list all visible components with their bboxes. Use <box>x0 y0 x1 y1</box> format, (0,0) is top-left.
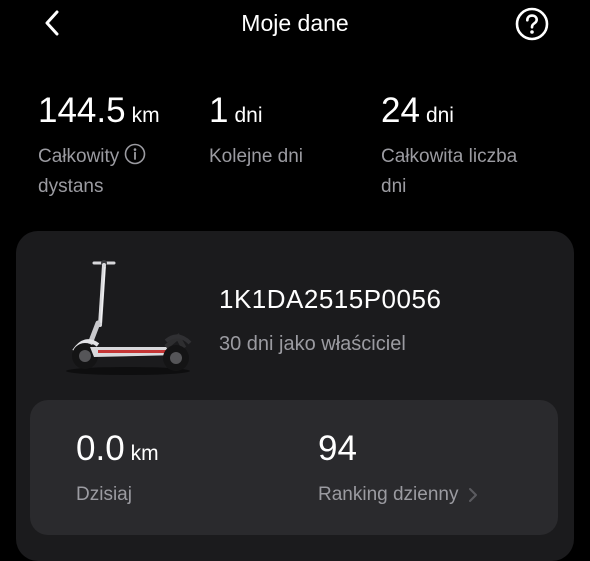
daily-ranking-label: Ranking dzienny <box>318 484 459 505</box>
top-bar: Moje dane <box>0 0 590 46</box>
consecutive-days-value: 1 <box>209 91 229 130</box>
total-days-unit: dni <box>425 104 454 127</box>
daily-ranking[interactable]: 94 Ranking dzienny <box>318 428 478 510</box>
stat-consecutive-days: 1 dni Kolejne dni <box>209 90 303 172</box>
total-days-label-line2: dni <box>381 176 407 197</box>
total-distance-unit: km <box>131 104 160 127</box>
daily-ranking-value: 94 <box>318 429 357 468</box>
vehicle-card[interactable]: 1K1DA2515P0056 30 dni jako właściciel 0.… <box>16 231 574 561</box>
owner-days: 30 dni jako właściciel <box>219 333 406 355</box>
total-days-value: 24 <box>381 91 420 130</box>
today-distance-value: 0.0 <box>76 429 125 468</box>
today-stats-card: 0.0 km Dzisiaj 94 Ranking dzienny <box>30 400 558 535</box>
total-distance-label-line2: dystans <box>38 176 104 197</box>
today-distance-unit: km <box>130 442 159 465</box>
today-distance: 0.0 km Dzisiaj <box>76 428 159 510</box>
help-button[interactable] <box>515 7 549 41</box>
page-title: Moje dane <box>241 10 349 36</box>
stat-total-distance: 144.5 km Całkowity dystans <box>38 90 160 202</box>
chevron-right-icon <box>469 488 478 502</box>
total-days-label: Całkowita liczba <box>381 146 518 167</box>
info-icon[interactable] <box>124 143 146 165</box>
total-distance-label: Całkowity <box>38 146 120 167</box>
consecutive-days-unit: dni <box>234 104 263 127</box>
scooter-icon <box>66 260 192 375</box>
vehicle-serial: 1K1DA2515P0056 <box>219 284 442 314</box>
consecutive-days-label: Kolejne dni <box>209 146 304 167</box>
total-distance-value: 144.5 <box>38 91 126 130</box>
question-circle-icon <box>515 7 549 41</box>
today-distance-label: Dzisiaj <box>76 484 132 505</box>
stat-total-days: 24 dni Całkowita liczba dni <box>381 90 517 202</box>
